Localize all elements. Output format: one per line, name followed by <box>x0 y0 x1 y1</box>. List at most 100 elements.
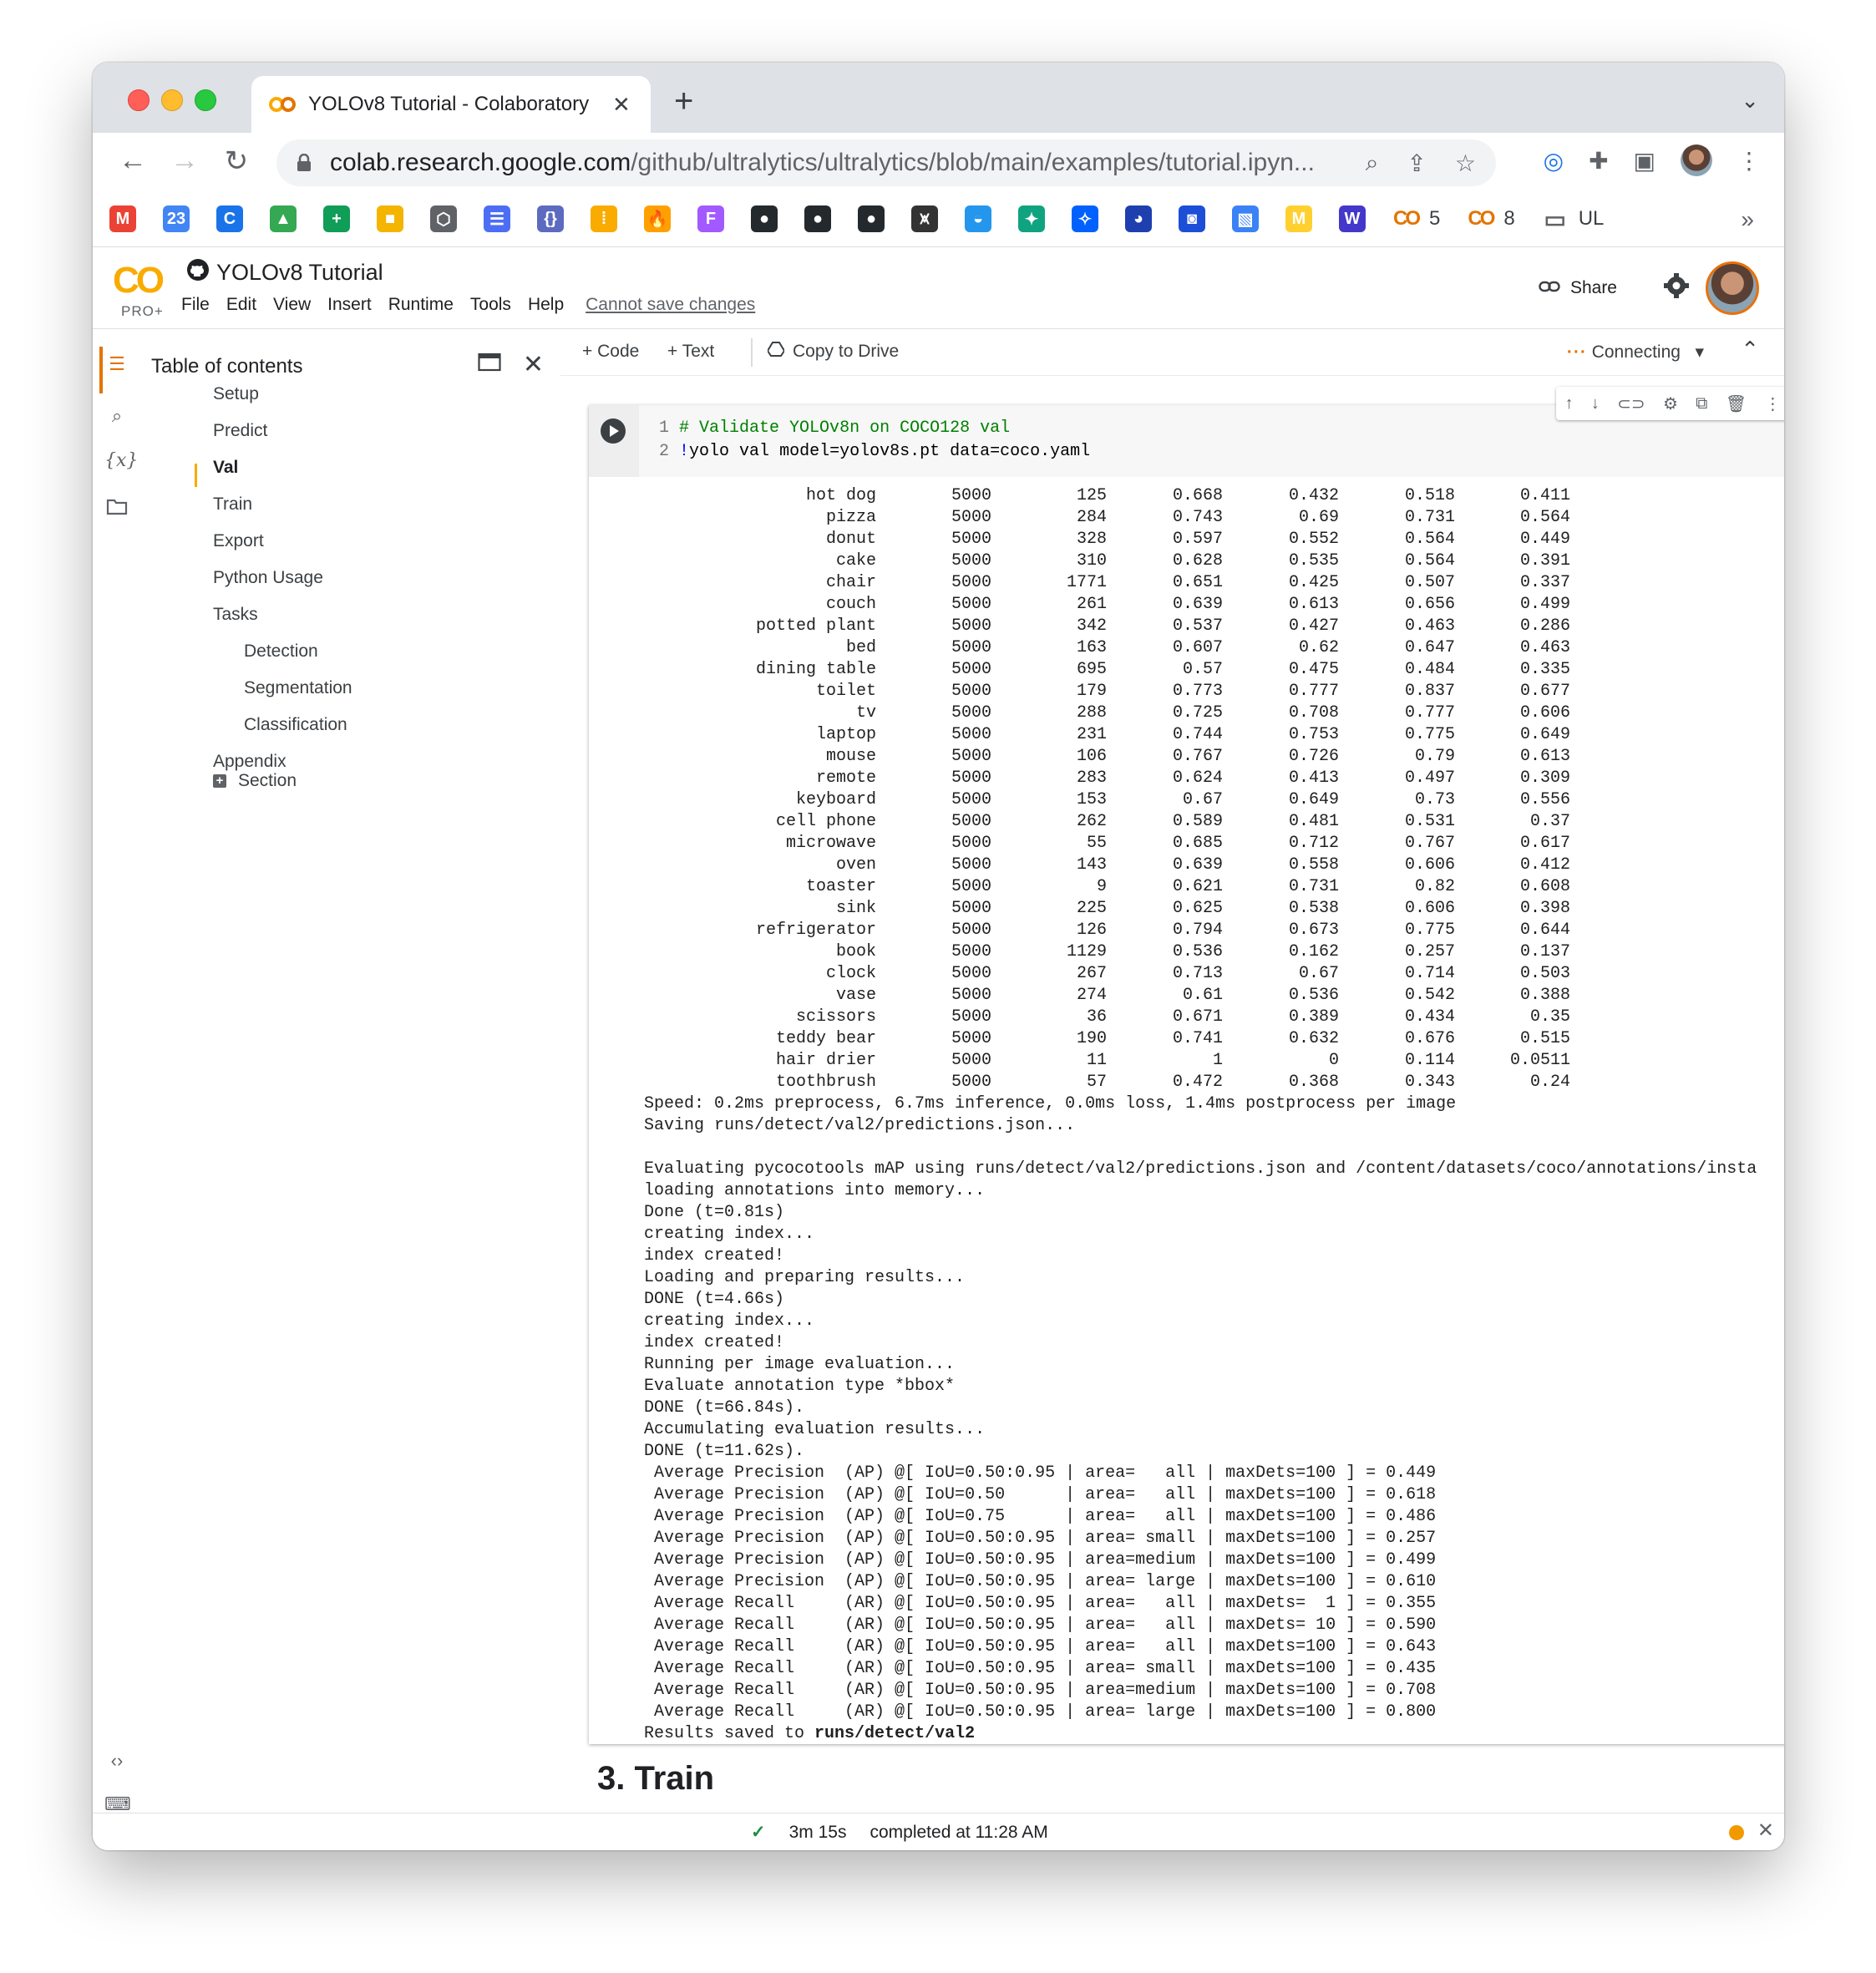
toc-item-predict[interactable]: Predict <box>213 421 267 441</box>
link-cell-icon[interactable]: ⊂⊃ <box>1617 393 1645 414</box>
run-cell-button[interactable] <box>601 418 626 444</box>
menu-file[interactable]: File <box>181 295 210 315</box>
miro-icon[interactable]: M <box>1285 205 1312 232</box>
toc-item-python-usage[interactable]: Python Usage <box>213 568 323 588</box>
move-up-icon[interactable]: ↑ <box>1565 394 1574 413</box>
bookmarks-overflow-icon[interactable]: » <box>1741 206 1754 233</box>
reload-icon[interactable]: ↻ <box>220 145 253 178</box>
gmail-icon[interactable]: M <box>109 205 136 232</box>
add-text-button[interactable]: + Text <box>667 342 714 362</box>
cannot-save-link[interactable]: Cannot save changes <box>586 295 755 315</box>
menu-insert[interactable]: Insert <box>327 295 372 315</box>
puzzle-icon[interactable]: ✚ <box>1589 147 1608 175</box>
menu-edit[interactable]: Edit <box>226 295 256 315</box>
toc-item-tasks[interactable]: Tasks <box>213 605 258 625</box>
menu-view[interactable]: View <box>273 295 311 315</box>
profile-avatar-icon[interactable] <box>1681 145 1712 176</box>
folder-icon[interactable] <box>104 497 129 522</box>
add-code-button[interactable]: + Code <box>582 342 639 362</box>
bookmark-folder-label[interactable]: UL <box>1579 207 1605 231</box>
toc-item-detection[interactable]: Detection <box>244 642 318 662</box>
github-icon[interactable]: ● <box>858 205 885 232</box>
blocks-icon[interactable]: ◙ <box>1179 205 1205 232</box>
code-cell[interactable]: 1 # Validate YOLOv8n on COCO128 val 2 !y… <box>589 387 1784 1744</box>
toc-list-icon[interactable]: ☰ <box>104 353 129 378</box>
openai-icon[interactable]: ✦ <box>1018 205 1045 232</box>
dots-grid-icon[interactable]: ⁞ <box>591 205 617 232</box>
folder-icon[interactable]: ▭ <box>1542 205 1569 232</box>
menu-tools[interactable]: Tools <box>470 295 511 315</box>
code-snippets-icon[interactable]: ‹› <box>104 1750 129 1775</box>
share-icon[interactable]: ⇪ <box>1407 150 1426 177</box>
close-status-icon[interactable]: ✕ <box>1757 1818 1774 1843</box>
browser-tab-active[interactable]: YOLOv8 Tutorial - Colaboratory ✕ <box>251 76 651 133</box>
address-bar[interactable]: colab.research.google.com/github/ultraly… <box>276 139 1496 186</box>
firebase-icon[interactable]: 🔥 <box>644 205 671 232</box>
back-arrow-icon[interactable]: ← <box>116 145 150 177</box>
share-button[interactable]: Share <box>1539 278 1617 298</box>
open-in-tab-icon[interactable] <box>478 350 501 379</box>
more-options-icon[interactable]: ⋮ <box>1764 393 1781 414</box>
delete-cell-icon[interactable]: 🗑 <box>1726 393 1747 414</box>
user-avatar[interactable] <box>1706 261 1759 315</box>
colab-bookmark-count[interactable]: 8 <box>1503 207 1514 231</box>
bookmark-star-icon[interactable]: ☆ <box>1455 150 1476 177</box>
sheets-icon[interactable]: + <box>323 205 350 232</box>
chrome-ext-icon[interactable]: C <box>216 205 243 232</box>
metric-value: 5000 <box>951 508 991 527</box>
search-icon[interactable]: ⌕ <box>104 405 129 430</box>
mirror-cell-icon[interactable]: ⧉ <box>1696 394 1707 413</box>
cell-settings-icon[interactable]: ⚙ <box>1663 393 1678 414</box>
toc-item-classification[interactable]: Classification <box>244 715 347 735</box>
close-window-button[interactable] <box>128 89 150 111</box>
zoom-icon[interactable]: ⌕ <box>1366 150 1379 177</box>
kebab-menu-icon[interactable]: ⋮ <box>1737 147 1761 175</box>
colab-bookmark-icon[interactable]: CO <box>1467 205 1495 232</box>
sidepanel-icon[interactable]: ▣ <box>1634 147 1655 175</box>
menu-runtime[interactable]: Runtime <box>388 295 454 315</box>
drive-icon[interactable]: ▲ <box>270 205 297 232</box>
add-section-button[interactable]: + Section <box>213 771 297 791</box>
github-icon[interactable]: ● <box>804 205 831 232</box>
forward-arrow-icon[interactable]: → <box>168 145 201 177</box>
settings-gear-icon[interactable] <box>1662 271 1691 300</box>
toc-item-train[interactable]: Train <box>213 495 252 515</box>
settings-hex-icon[interactable]: ⬡ <box>430 205 457 232</box>
metric-value: 5000 <box>951 986 991 1005</box>
notebook-title[interactable]: YOLOv8 Tutorial <box>186 258 383 287</box>
github-icon[interactable]: ● <box>751 205 778 232</box>
runtime-status-button[interactable]: ··· Connecting ▾ <box>1567 342 1704 363</box>
menu-help[interactable]: Help <box>528 295 564 315</box>
zoom-window-button[interactable] <box>195 89 216 111</box>
class-metrics-row: toothbrush 5000 57 0.472 0.368 0.343 0.24 <box>644 1072 1757 1093</box>
image-icon[interactable]: ▧ <box>1232 205 1259 232</box>
butterfly-icon[interactable]: ✧ <box>1072 205 1098 232</box>
ws-icon[interactable]: W <box>1339 205 1366 232</box>
variables-icon[interactable]: {x} <box>104 450 138 475</box>
table-icon[interactable]: ☰ <box>484 205 510 232</box>
new-tab-button[interactable]: + <box>674 83 693 120</box>
copy-to-drive-button[interactable]: Copy to Drive <box>766 342 899 362</box>
toc-item-segmentation[interactable]: Segmentation <box>244 678 352 698</box>
colab-logo[interactable]: CO <box>113 260 165 302</box>
figma-icon[interactable]: F <box>697 205 724 232</box>
chevron-down-icon[interactable]: ⌄ <box>1741 88 1759 114</box>
chrome-ext-icon[interactable]: ◎ <box>1544 147 1564 175</box>
close-tab-icon[interactable]: ✕ <box>612 92 631 118</box>
conda-icon[interactable]: ⩙ <box>911 205 938 232</box>
calendar-icon[interactable]: 23 <box>163 205 190 232</box>
colab-bookmark-count[interactable]: 5 <box>1429 207 1440 231</box>
package-icon[interactable]: ■ <box>377 205 403 232</box>
json-icon[interactable]: {} <box>537 205 564 232</box>
move-down-icon[interactable]: ↓ <box>1591 394 1600 413</box>
collapse-header-icon[interactable]: ⌃ <box>1741 337 1759 363</box>
toc-item-setup[interactable]: Setup <box>213 384 259 404</box>
blue-app-icon[interactable]: ◕ <box>1125 205 1152 232</box>
minimize-window-button[interactable] <box>161 89 183 111</box>
toc-item-appendix[interactable]: Appendix <box>213 752 286 772</box>
colab-bookmark-icon[interactable]: CO <box>1392 205 1421 232</box>
toc-item-val[interactable]: Val <box>213 458 238 478</box>
toc-item-export[interactable]: Export <box>213 531 264 551</box>
docker-icon[interactable]: ◒ <box>965 205 991 232</box>
close-panel-icon[interactable]: ✕ <box>523 350 544 379</box>
